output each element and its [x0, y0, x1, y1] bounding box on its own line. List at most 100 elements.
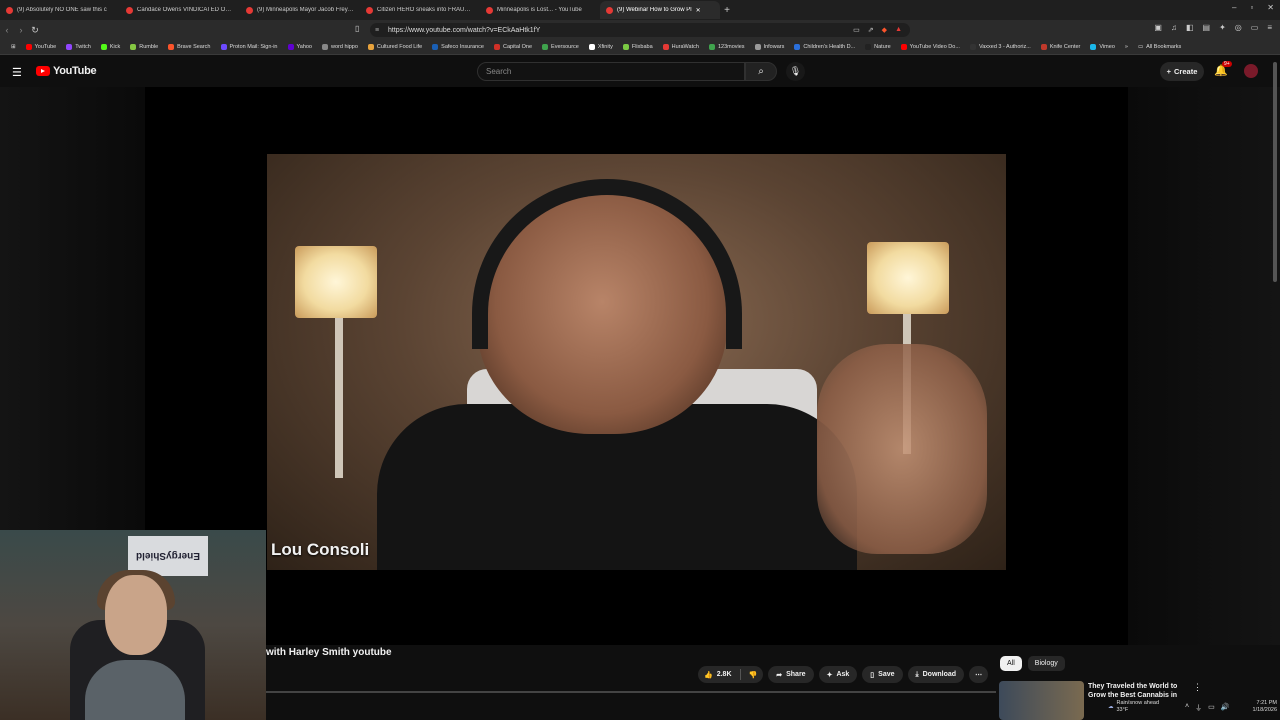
all-bookmarks[interactable]: ▭ All Bookmarks — [1133, 44, 1186, 50]
close-tab-icon[interactable]: ✕ — [696, 7, 701, 14]
bookmark-item[interactable]: Knife Center — [1036, 44, 1086, 50]
browser-tab[interactable]: (9) Minneapolis Mayor Jacob Frey sa — [240, 1, 360, 19]
bookmark-item[interactable]: Kick — [96, 44, 125, 50]
bookmark-item[interactable]: Cultured Food Life — [363, 44, 427, 50]
forward-icon[interactable]: › — [14, 25, 28, 35]
bookmark-item[interactable]: Children's Health D... — [789, 44, 860, 50]
more-vertical-icon[interactable]: ⋮ — [1193, 682, 1202, 693]
brave-shield-icon[interactable]: ◆ — [882, 26, 887, 34]
bookmark-icon[interactable]: ▯ — [355, 24, 359, 33]
bookmark-item[interactable]: Vimeo — [1085, 44, 1120, 50]
tabs-icon[interactable]: ▤ — [1203, 23, 1211, 32]
maximize-icon[interactable]: ▫ — [1250, 3, 1253, 12]
search-icon: ⌕ — [758, 66, 764, 77]
scrollbar[interactable] — [1273, 62, 1277, 282]
address-toolbar: ‹ › ↻ ▯ ≡ https://www.youtube.com/watch?… — [0, 20, 1280, 40]
bookmark-favicon-icon — [1040, 44, 1047, 50]
site-info-icon[interactable]: ≡ — [375, 27, 379, 34]
bookmark-item[interactable]: word hippo — [317, 44, 363, 50]
bookmark-item[interactable]: YouTube — [21, 44, 62, 50]
more-actions-button[interactable]: ⋯ — [969, 666, 989, 683]
bookmark-favicon-icon — [622, 44, 629, 50]
close-window-icon[interactable]: ✕ — [1267, 3, 1274, 12]
vpn-icon[interactable]: ◎ — [1235, 23, 1242, 32]
media-icon[interactable]: ♫ — [1171, 23, 1177, 32]
speaker-hand — [817, 344, 987, 554]
bookmark-favicon-icon — [66, 44, 73, 50]
panel-icon[interactable]: ◧ — [1186, 23, 1194, 32]
bookmark-item[interactable]: 123movies — [704, 44, 750, 50]
video-frame[interactable]: Lou Consoli — [267, 154, 1006, 570]
voice-search-button[interactable]: 🎙 — [786, 62, 805, 81]
new-tab-button[interactable]: + — [720, 5, 734, 16]
search-button[interactable]: ⌕ — [745, 62, 777, 81]
volume-icon[interactable]: 🔊 — [1221, 703, 1230, 713]
bookmark-item[interactable]: Flixbaba — [618, 44, 658, 50]
create-button[interactable]: + Create — [1160, 62, 1204, 81]
bookmarks-overflow-icon[interactable]: » — [1120, 44, 1133, 50]
bookmark-item[interactable]: Proton Mail: Sign-in — [216, 44, 283, 50]
bookmark-item[interactable]: Vaxxed 3 - Authoriz... — [965, 44, 1036, 50]
browser-tab[interactable]: (9) Absolutely NO ONE saw this c — [0, 1, 120, 19]
player-ambient-right — [1128, 87, 1280, 645]
bookmark-item[interactable]: Xfinity — [584, 44, 618, 50]
plus-icon: + — [1166, 67, 1172, 76]
bookmark-favicon-icon — [25, 44, 32, 50]
bookmark-item[interactable]: Infowars — [750, 44, 790, 50]
bookmark-item[interactable]: Brave Search — [163, 44, 215, 50]
download-icon: ⤓ — [915, 670, 919, 678]
apps-icon[interactable]: ⊞ — [6, 44, 21, 50]
download-button[interactable]: ⤓ Download — [907, 666, 965, 683]
bookmark-item[interactable]: Capital One — [489, 44, 537, 50]
system-clock[interactable]: 7:21 PM 1/18/2026 — [1253, 700, 1277, 714]
weather-widget[interactable]: ☁ Rain/snow ahead 33°F — [1108, 700, 1159, 714]
like-dislike-group: 👍 2.8K 👎 — [698, 666, 764, 683]
bookmarks-bar: ⊞ YouTube Twitch Kick Rumble Brave Searc… — [0, 40, 1280, 55]
usb-icon[interactable]: ⏚ — [1195, 703, 1202, 713]
brave-rewards-icon[interactable]: ▲ — [895, 26, 902, 34]
lamp-right — [867, 242, 949, 314]
bookmark-item[interactable]: Nature — [860, 44, 896, 50]
share-page-icon[interactable]: ⇗ — [868, 26, 874, 34]
notification-badge: 9+ — [1222, 61, 1232, 67]
bookmark-item[interactable]: YouTube Video Do... — [896, 44, 965, 50]
chip-all[interactable]: All — [1000, 656, 1022, 671]
youtube-logo[interactable]: YouTube — [36, 65, 97, 77]
cast-icon[interactable]: ▭ — [853, 26, 860, 34]
ask-button[interactable]: ✦ Ask — [818, 666, 858, 683]
bookmark-item[interactable]: HuraWatch — [658, 44, 704, 50]
browser-tab-active[interactable]: (9) Webinar How to Grow Pl ✕ — [600, 1, 720, 19]
chevron-up-icon[interactable]: ˄ — [1185, 703, 1189, 713]
url-field[interactable]: ≡ https://www.youtube.com/watch?v=ECkAaH… — [370, 23, 910, 37]
menu-icon[interactable]: ≡ — [1267, 23, 1272, 32]
share-button[interactable]: ➦ Share — [768, 666, 814, 683]
reload-icon[interactable]: ↻ — [28, 25, 42, 36]
sidebar-icon[interactable]: ▣ — [1154, 23, 1162, 32]
back-icon[interactable]: ‹ — [0, 25, 14, 35]
avatar[interactable] — [1244, 64, 1258, 78]
dislike-button[interactable]: 👎 — [749, 671, 758, 679]
bookmark-item[interactable]: Twitch — [61, 44, 96, 50]
bookmark-favicon-icon — [1090, 44, 1097, 50]
bookmark-item[interactable]: Yahoo — [283, 44, 318, 50]
chip-biology[interactable]: Biology — [1027, 656, 1065, 671]
like-button[interactable]: 👍 2.8K — [704, 671, 732, 679]
browser-tab[interactable]: Citizen HERO sneaks into FRAUD CE — [360, 1, 480, 19]
bookmark-favicon-icon — [432, 44, 439, 50]
browser-tab[interactable]: Minneapolis is Lost... - YouTube — [480, 1, 600, 19]
bookmark-item[interactable]: Rumble — [125, 44, 163, 50]
browser-tab[interactable]: Candace Owens VINDICATED Over F — [120, 1, 240, 19]
bookmark-favicon-icon — [493, 44, 500, 50]
bookmark-item[interactable]: Safeco Insurance — [427, 44, 489, 50]
search-input[interactable]: Search — [477, 62, 745, 81]
network-icon[interactable]: ▭ — [1208, 703, 1215, 713]
progress-bar[interactable] — [266, 691, 996, 693]
recommendation-thumbnail[interactable] — [999, 681, 1084, 720]
minimize-icon[interactable]: – — [1232, 3, 1236, 12]
thumbs-down-icon: 👎 — [748, 671, 758, 679]
bookmark-item[interactable]: Eversource — [537, 44, 584, 50]
save-button[interactable]: ▯ Save — [862, 666, 903, 683]
wallet-icon[interactable]: ▭ — [1251, 23, 1259, 32]
extension-icon[interactable]: ✦ — [1219, 23, 1226, 32]
hamburger-menu-icon[interactable]: ☰ — [12, 66, 22, 79]
